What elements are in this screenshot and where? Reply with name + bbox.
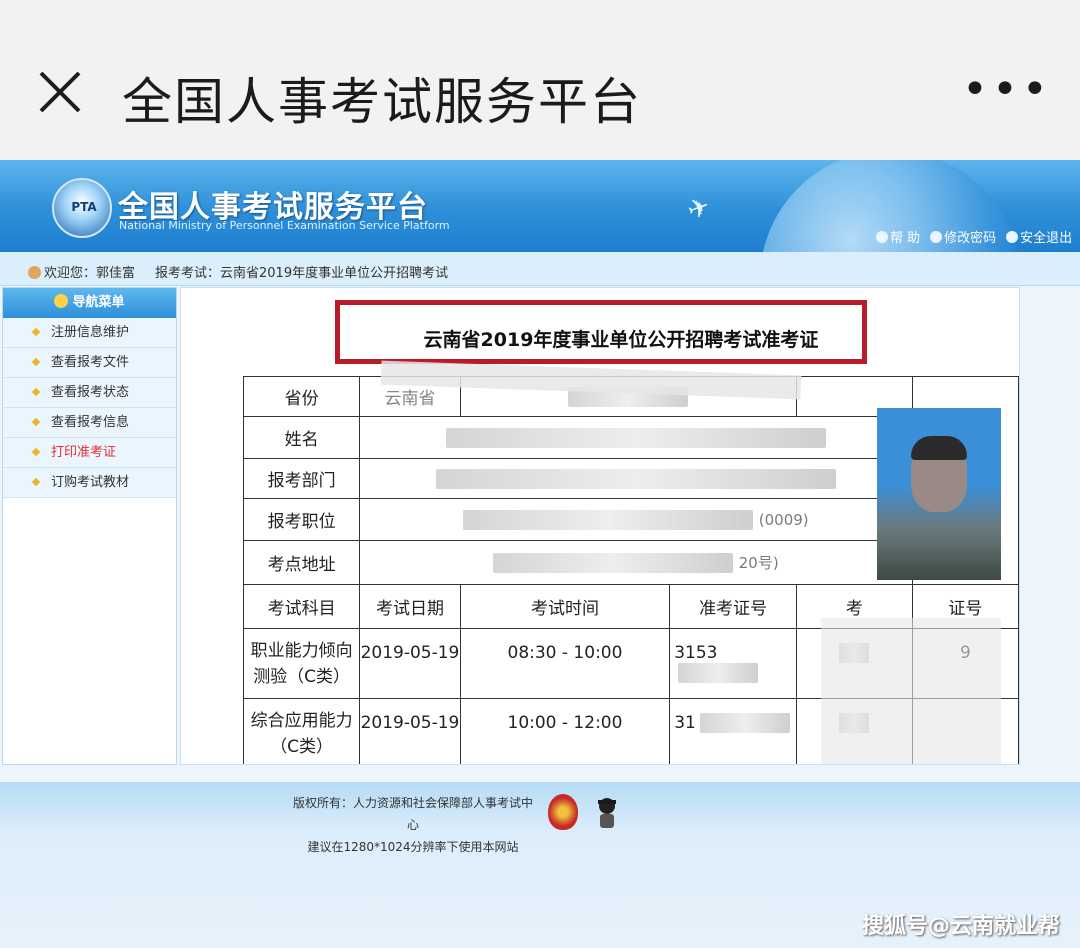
nav-sidebar: 导航菜单 注册信息维护 查看报考文件 查看报考状态 查看报考信息 打印准考证 订… (2, 287, 177, 765)
label-name: 姓名 (242, 416, 361, 459)
ticket-title: 云南省2019年度事业单位公开招聘考试准考证 (423, 329, 819, 351)
nav-item-print-ticket[interactable]: 打印准考证 (3, 438, 176, 468)
user-icon (28, 266, 41, 279)
close-icon[interactable] (38, 70, 82, 114)
header-subject: 考试科目 (242, 584, 361, 629)
lock-icon (876, 231, 888, 243)
change-password-link[interactable]: 修改密码 (930, 227, 996, 246)
help-link[interactable]: 帮 助 (876, 227, 920, 246)
top-links: 帮 助 修改密码 安全退出 (876, 227, 1072, 246)
label-address: 考点地址 (242, 540, 361, 585)
airplane-icon: ✈ (683, 191, 715, 227)
row2-subject: 综合应用能力（C类） (242, 698, 361, 764)
row1-time: 08:30 - 10:00 (459, 628, 671, 699)
header-ticket-no: 准考证号 (669, 584, 797, 629)
nav-item-view-files[interactable]: 查看报考文件 (3, 348, 176, 378)
bullet-icon (31, 477, 41, 487)
admission-ticket: 云南省2019年度事业单位公开招聘考试准考证 省份 云南省 姓名 报考部门 报考… (180, 287, 1020, 765)
candidate-photo (877, 408, 1001, 580)
label-province: 省份 (242, 376, 361, 417)
current-exam: 报考考试：云南省2019年度事业单位公开招聘考试 (155, 266, 449, 281)
site-logo: PTA (52, 178, 112, 238)
question-icon (930, 231, 943, 243)
bullet-icon (31, 447, 41, 457)
footer-text: 版权所有：人力资源和社会保障部人事考试中心 建议在1280*1024分辨率下使用… (288, 792, 538, 858)
bullet-icon (31, 327, 41, 337)
emblem-icon[interactable] (548, 794, 578, 830)
site-subtitle: National Ministry of Personnel Examinati… (119, 219, 450, 232)
footer-copyright: 版权所有：人力资源和社会保障部人事考试中心 (292, 796, 533, 832)
exit-icon (1006, 231, 1019, 243)
welcome-bar: 欢迎您：郭佳富 报考考试：云南省2019年度事业单位公开招聘考试 (0, 252, 1080, 286)
footer-advice: 建议在1280*1024分辨率下使用本网站 (307, 840, 519, 854)
welcome-user: 欢迎您：郭佳富 (44, 266, 136, 281)
value-position: (0009) (359, 498, 913, 541)
bullet-icon (31, 417, 41, 427)
wechat-page-title: 全国人事考试服务平台 (122, 73, 642, 131)
header-date: 考试日期 (359, 584, 461, 629)
label-position: 报考职位 (242, 498, 361, 541)
cyber-police-icon[interactable] (592, 796, 622, 832)
value-name (359, 416, 913, 459)
ticket-title-highlight: 云南省2019年度事业单位公开招聘考试准考证 (335, 300, 867, 364)
value-department (359, 458, 913, 499)
nav-item-view-status[interactable]: 查看报考状态 (3, 378, 176, 408)
chevron-down-icon (54, 294, 69, 308)
more-menu-icon[interactable]: ••• (962, 68, 1052, 112)
nav-item-register-info[interactable]: 注册信息维护 (3, 318, 176, 348)
nav-item-order-materials[interactable]: 订购考试教材 (3, 468, 176, 498)
row1-subject: 职业能力倾向测验（C类） (242, 628, 361, 699)
wechat-header: 全国人事考试服务平台 ••• (0, 0, 1080, 160)
header-time: 考试时间 (459, 584, 671, 629)
nav-item-view-info[interactable]: 查看报考信息 (3, 408, 176, 438)
row1-date: 2019-05-19 (359, 628, 461, 699)
row2-time: 10:00 - 12:00 (459, 698, 671, 764)
logout-link[interactable]: 安全退出 (1006, 227, 1072, 246)
site-banner: ✈ PTA 全国人事考试服务平台 National Ministry of Pe… (0, 160, 1080, 252)
redaction-smear (821, 618, 1001, 764)
nav-header: 导航菜单 (3, 288, 176, 318)
row2-date: 2019-05-19 (359, 698, 461, 764)
row2-ticket-no: 31 (669, 698, 797, 764)
bullet-icon (31, 387, 41, 397)
row1-ticket-no: 3153 (669, 628, 797, 699)
bullet-icon (31, 357, 41, 367)
label-department: 报考部门 (242, 458, 361, 499)
photo-hair (911, 436, 967, 460)
watermark: 搜狐号@云南就业帮 (862, 914, 1061, 939)
web-page: ✈ PTA 全国人事考试服务平台 National Ministry of Pe… (0, 160, 1080, 948)
logo-text: PTA (71, 200, 97, 214)
value-address: 20号) (359, 540, 913, 585)
